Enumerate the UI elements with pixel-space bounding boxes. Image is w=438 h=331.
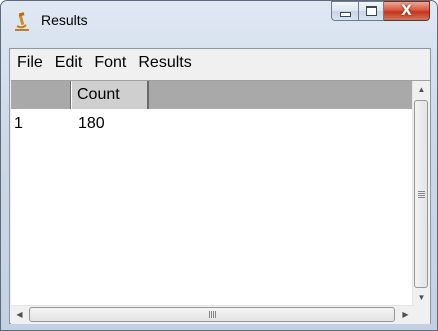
scrollbar-corner: [413, 306, 430, 324]
menu-results[interactable]: Results: [132, 54, 197, 72]
column-header-index[interactable]: [11, 81, 71, 109]
minimize-icon: [339, 11, 351, 17]
window-controls: X: [331, 1, 430, 22]
horizontal-scroll-thumb[interactable]: [29, 307, 395, 322]
grip-icon: [208, 311, 216, 318]
results-table[interactable]: Count 1 180 ▲ ▼ ◀ ▶: [11, 80, 430, 324]
row-index-cell: 1: [14, 115, 23, 132]
microscope-icon: [13, 12, 31, 32]
client-area: File Edit Font Results Count 1 180 ▲ ▼ ◀…: [9, 48, 431, 324]
close-button[interactable]: X: [384, 1, 430, 21]
close-icon: X: [401, 3, 412, 19]
menu-file[interactable]: File: [11, 54, 49, 72]
scroll-down-arrow-icon[interactable]: ▼: [413, 289, 430, 306]
vertical-scroll-thumb[interactable]: [414, 100, 428, 288]
menu-bar: File Edit Font Results: [10, 49, 430, 77]
count-cell: 180: [78, 115, 105, 132]
horizontal-scrollbar[interactable]: ◀ ▶: [11, 305, 414, 324]
grip-icon: [417, 190, 425, 198]
maximize-icon: [365, 6, 377, 16]
scroll-up-arrow-icon[interactable]: ▲: [413, 81, 430, 98]
table-row[interactable]: 1 180: [11, 115, 414, 137]
results-window: Results X File Edit Font Results Count 1…: [0, 0, 438, 331]
menu-edit[interactable]: Edit: [49, 54, 89, 72]
column-header-count[interactable]: Count: [71, 81, 149, 109]
window-title: Results: [41, 12, 88, 28]
scroll-right-arrow-icon[interactable]: ▶: [397, 306, 414, 323]
minimize-button[interactable]: [331, 1, 358, 21]
table-header: Count: [11, 81, 414, 109]
title-bar[interactable]: Results X: [1, 1, 437, 41]
scroll-left-arrow-icon[interactable]: ◀: [11, 306, 28, 323]
vertical-scrollbar[interactable]: ▲ ▼: [412, 81, 430, 306]
menu-font[interactable]: Font: [88, 54, 132, 72]
maximize-button[interactable]: [358, 1, 384, 21]
